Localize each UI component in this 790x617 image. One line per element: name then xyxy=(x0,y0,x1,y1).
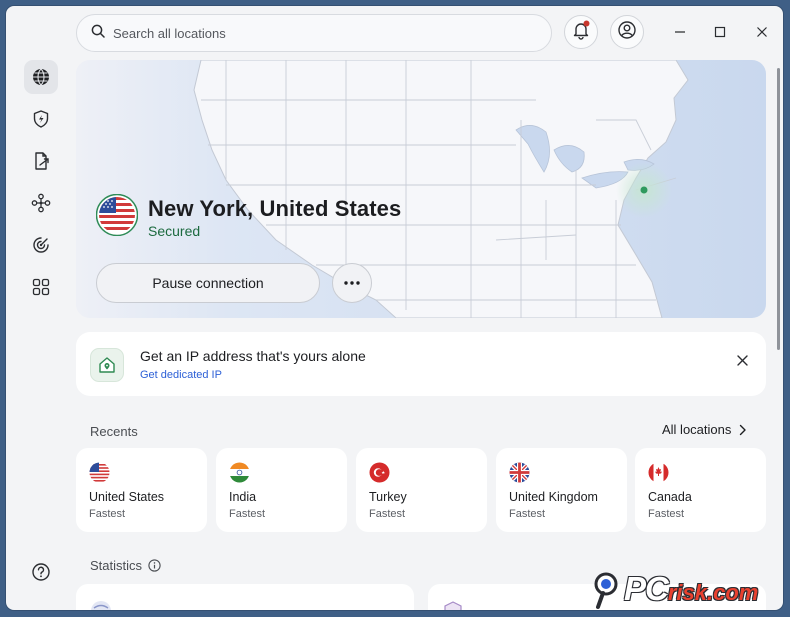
minimize-icon xyxy=(675,31,685,33)
recent-location-card[interactable]: Canada Fastest xyxy=(635,448,766,532)
app-window: New York, United States Secured Pause co… xyxy=(6,6,783,610)
sidebar-item-dark-web-monitor[interactable] xyxy=(24,228,58,262)
scrollbar[interactable] xyxy=(777,68,780,350)
chevron-right-icon xyxy=(740,424,747,435)
info-icon[interactable] xyxy=(148,559,161,572)
sidebar-item-protection[interactable] xyxy=(24,102,58,136)
all-locations-link[interactable]: All locations xyxy=(662,422,747,437)
turkey-flag-icon xyxy=(369,462,390,488)
close-icon xyxy=(736,354,748,366)
shield-icon xyxy=(444,601,462,610)
search-icon xyxy=(91,24,105,43)
close-icon xyxy=(757,27,767,37)
recent-location-name: Turkey xyxy=(369,490,407,504)
account-icon xyxy=(617,20,637,45)
us-flag-icon xyxy=(95,193,139,241)
magnifier-logo-icon xyxy=(594,572,618,609)
canada-flag-icon xyxy=(648,462,669,488)
sidebar-item-locations[interactable] xyxy=(24,60,58,94)
home-pin-icon xyxy=(90,348,124,382)
recent-location-card[interactable]: United States Fastest xyxy=(76,448,207,532)
globe-icon xyxy=(33,68,49,86)
location-marker xyxy=(640,186,648,194)
radar-icon xyxy=(33,237,49,253)
statistics-header: Statistics xyxy=(90,558,161,573)
recent-location-name: India xyxy=(229,490,257,504)
uk-flag-icon xyxy=(509,462,530,488)
more-options-button[interactable] xyxy=(332,263,372,303)
help-icon xyxy=(32,563,50,581)
us-flag-icon xyxy=(89,462,110,488)
search-input[interactable] xyxy=(113,25,513,41)
recent-location-card[interactable]: United Kingdom Fastest xyxy=(496,448,627,532)
apps-grid-icon xyxy=(32,278,50,296)
help-button[interactable] xyxy=(24,555,58,589)
statistics-card xyxy=(76,584,414,610)
watermark-text: PCrisk.com xyxy=(624,570,759,607)
dedicated-ip-promo: Get an IP address that's yours alone Get… xyxy=(76,332,766,396)
file-share-icon xyxy=(35,152,49,170)
sidebar-item-apps[interactable] xyxy=(24,270,58,304)
all-locations-label: All locations xyxy=(662,422,732,437)
recent-location-card[interactable]: Turkey Fastest xyxy=(356,448,487,532)
recent-location-sub: Fastest xyxy=(89,508,126,520)
pcrisk-watermark: PCrisk.com xyxy=(594,568,782,612)
search-bar[interactable] xyxy=(76,14,552,52)
recent-location-name: United States xyxy=(89,490,165,504)
recent-location-name: Canada xyxy=(648,490,692,504)
india-flag-icon xyxy=(229,462,250,488)
statistics-label: Statistics xyxy=(90,558,143,573)
maximize-button[interactable] xyxy=(712,24,728,40)
recent-location-name: United Kingdom xyxy=(509,490,598,504)
shield-bolt-icon xyxy=(33,110,49,128)
promo-title: Get an IP address that's yours alone xyxy=(140,348,366,364)
recent-location-sub: Fastest xyxy=(509,508,546,520)
get-dedicated-ip-link[interactable]: Get dedicated IP xyxy=(140,369,222,381)
close-window-button[interactable] xyxy=(754,24,770,40)
more-horizontal-icon xyxy=(344,281,360,285)
map-card: New York, United States Secured Pause co… xyxy=(76,60,766,318)
bell-icon xyxy=(571,20,591,45)
promo-close-button[interactable] xyxy=(732,350,752,370)
sidebar-item-file-share[interactable] xyxy=(24,144,58,178)
sidebar-item-meshnet[interactable] xyxy=(24,186,58,220)
recent-location-sub: Fastest xyxy=(648,508,685,520)
connected-location: New York, United States xyxy=(148,196,402,221)
recent-location-sub: Fastest xyxy=(229,508,266,520)
account-button[interactable] xyxy=(610,15,644,49)
recents-label: Recents xyxy=(90,424,138,439)
recent-location-card[interactable]: India Fastest xyxy=(216,448,347,532)
connection-status: Secured xyxy=(148,223,201,239)
minimize-button[interactable] xyxy=(672,24,688,40)
pause-connection-button[interactable]: Pause connection xyxy=(96,263,320,303)
mesh-network-icon xyxy=(31,193,51,213)
globe-icon xyxy=(91,601,111,610)
maximize-icon xyxy=(714,26,726,38)
notifications-button[interactable] xyxy=(564,15,598,49)
recent-location-sub: Fastest xyxy=(369,508,406,520)
